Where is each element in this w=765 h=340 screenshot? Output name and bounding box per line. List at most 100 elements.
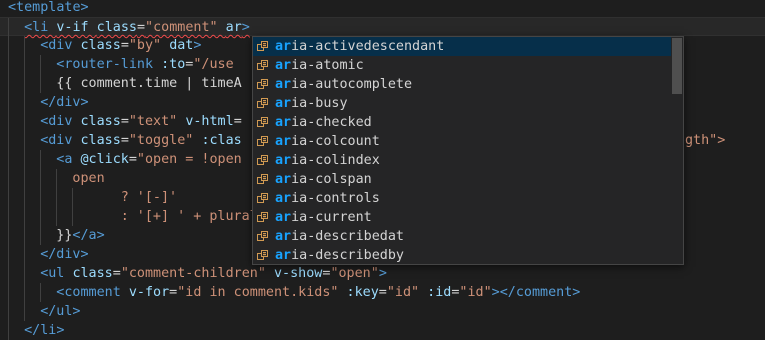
suggestion-item[interactable]: aria-busy [253, 94, 671, 113]
indent-guide [24, 112, 26, 131]
code-line[interactable]: <comment v-for = "id in comment.kids" :key… [0, 283, 765, 302]
indent-guide [72, 188, 74, 207]
suggestion-label: aria-colspan [275, 170, 372, 189]
indent-guide [24, 150, 26, 169]
suggestion-item[interactable]: aria-colindex [253, 151, 671, 170]
code-token: dat [169, 38, 194, 53]
property-icon [257, 41, 268, 51]
code-token: "id" [459, 285, 492, 300]
suggestion-item[interactable]: aria-colspan [253, 170, 671, 189]
code-line-content: {{ comment.time | timeA [56, 74, 241, 93]
code-token: :key [346, 285, 379, 300]
indent-guide [40, 55, 42, 74]
code-line[interactable]: </ul> [0, 302, 765, 321]
property-icon [257, 250, 268, 260]
code-token: "by" [128, 38, 170, 53]
suggestion-match-highlight: ar [275, 210, 292, 225]
indent-guide [40, 283, 42, 302]
code-line-content: }}</a> [56, 226, 104, 245]
indent-guide [24, 93, 26, 112]
indent-guide [40, 207, 42, 226]
code-token: class [80, 38, 121, 53]
code-line-content: <a @click="open = !open [56, 150, 241, 169]
indent-guide [40, 150, 42, 169]
suggestion-item[interactable]: aria-describedat [253, 227, 671, 246]
code-token: </a> [72, 228, 105, 243]
suggestion-item[interactable]: aria-controls [253, 189, 671, 208]
suggestion-item[interactable]: aria-atomic [253, 56, 671, 75]
suggestion-label: aria-activedescendant [275, 37, 444, 56]
code-token: "toggle" [128, 133, 202, 148]
indent-guide [8, 188, 9, 207]
suggestion-label: aria-autocomplete [275, 75, 412, 94]
code-token: @click [80, 152, 129, 167]
code-token: class [96, 20, 137, 35]
code-token: = [128, 152, 137, 167]
indent-guide [24, 283, 26, 302]
code-token: <li [24, 20, 57, 35]
code-token: :clas [201, 133, 242, 148]
suggestion-rest: ia-colcount [291, 134, 380, 149]
code-token: ? '[-]' [120, 190, 178, 205]
code-line-overflow-tail: gth"> [685, 133, 726, 148]
code-line-content: ? '[-]' [121, 188, 177, 207]
code-line-content: <ul class="comment-children" v-show="ope… [40, 264, 387, 283]
code-line[interactable]: <li v-if class="comment" ar> [0, 17, 765, 37]
code-token: <template> [8, 0, 89, 15]
code-token: }} [56, 228, 73, 243]
code-token: </ul> [40, 304, 81, 319]
suggestion-match-highlight: ar [275, 96, 292, 111]
code-line[interactable]: <ul class="comment-children" v-show="ope… [0, 264, 765, 283]
code-line-content: open [72, 169, 104, 188]
code-token: : '[+] ' + plural [120, 209, 258, 224]
suggestion-rest: ia-atomic [291, 58, 364, 73]
code-token: = [136, 20, 146, 35]
indent-guide [8, 226, 9, 245]
code-token: <a [56, 152, 81, 167]
suggest-scrollbar[interactable] [672, 38, 682, 94]
code-line-content: <div class="text" v-html= [40, 112, 242, 131]
code-token: = [233, 114, 242, 129]
code-line-content: <comment v-for = "id in comment.kids" :key… [56, 283, 580, 302]
code-line-content: <div class="by" dat> [40, 36, 201, 55]
indent-guide [24, 226, 26, 245]
suggestion-match-highlight: ar [275, 134, 292, 149]
suggestion-rest: ia-activedescendant [291, 39, 445, 54]
suggestion-match-highlight: ar [275, 191, 292, 206]
indent-guide [8, 36, 9, 55]
suggestion-match-highlight: ar [275, 115, 292, 130]
autocomplete-suggest-widget[interactable]: aria-activedescendant aria-atomic aria-aut… [252, 36, 684, 265]
indent-guide [8, 55, 9, 74]
property-icon [257, 155, 268, 165]
suggestion-match-highlight: ar [275, 248, 292, 263]
suggestion-item[interactable]: aria-autocomplete [253, 75, 671, 94]
property-icon [257, 231, 268, 241]
indent-guide [40, 74, 42, 93]
indent-guide [8, 150, 9, 169]
indent-guide [40, 226, 42, 245]
indent-guide [24, 131, 26, 150]
suggestion-item[interactable]: aria-current [253, 208, 671, 227]
code-line-content: <div class="toggle" :clas [40, 131, 242, 150]
code-token: > [193, 38, 202, 53]
indent-guide [8, 93, 9, 112]
suggestion-item[interactable]: aria-colcount [253, 132, 671, 151]
suggestion-label: aria-checked [275, 113, 372, 132]
property-icon [257, 193, 268, 203]
suggestion-item[interactable]: aria-checked [253, 113, 671, 132]
indent-guide [40, 169, 42, 188]
suggestion-item[interactable]: aria-activedescendant [253, 37, 671, 56]
suggestion-label: aria-describedat [275, 227, 404, 246]
indent-guide [8, 264, 9, 283]
code-token: = [112, 266, 121, 281]
code-line[interactable]: <template> [0, 0, 765, 17]
suggestion-match-highlight: ar [275, 39, 292, 54]
code-token: class [80, 114, 121, 129]
indent-guide [8, 112, 9, 131]
property-icon [257, 98, 268, 108]
code-line-content: <li v-if class="comment" ar> [24, 18, 250, 37]
code-token: = [120, 38, 129, 53]
suggestion-match-highlight: ar [275, 58, 292, 73]
suggestion-item[interactable]: aria-describedby [253, 246, 671, 265]
indent-guide [24, 74, 26, 93]
